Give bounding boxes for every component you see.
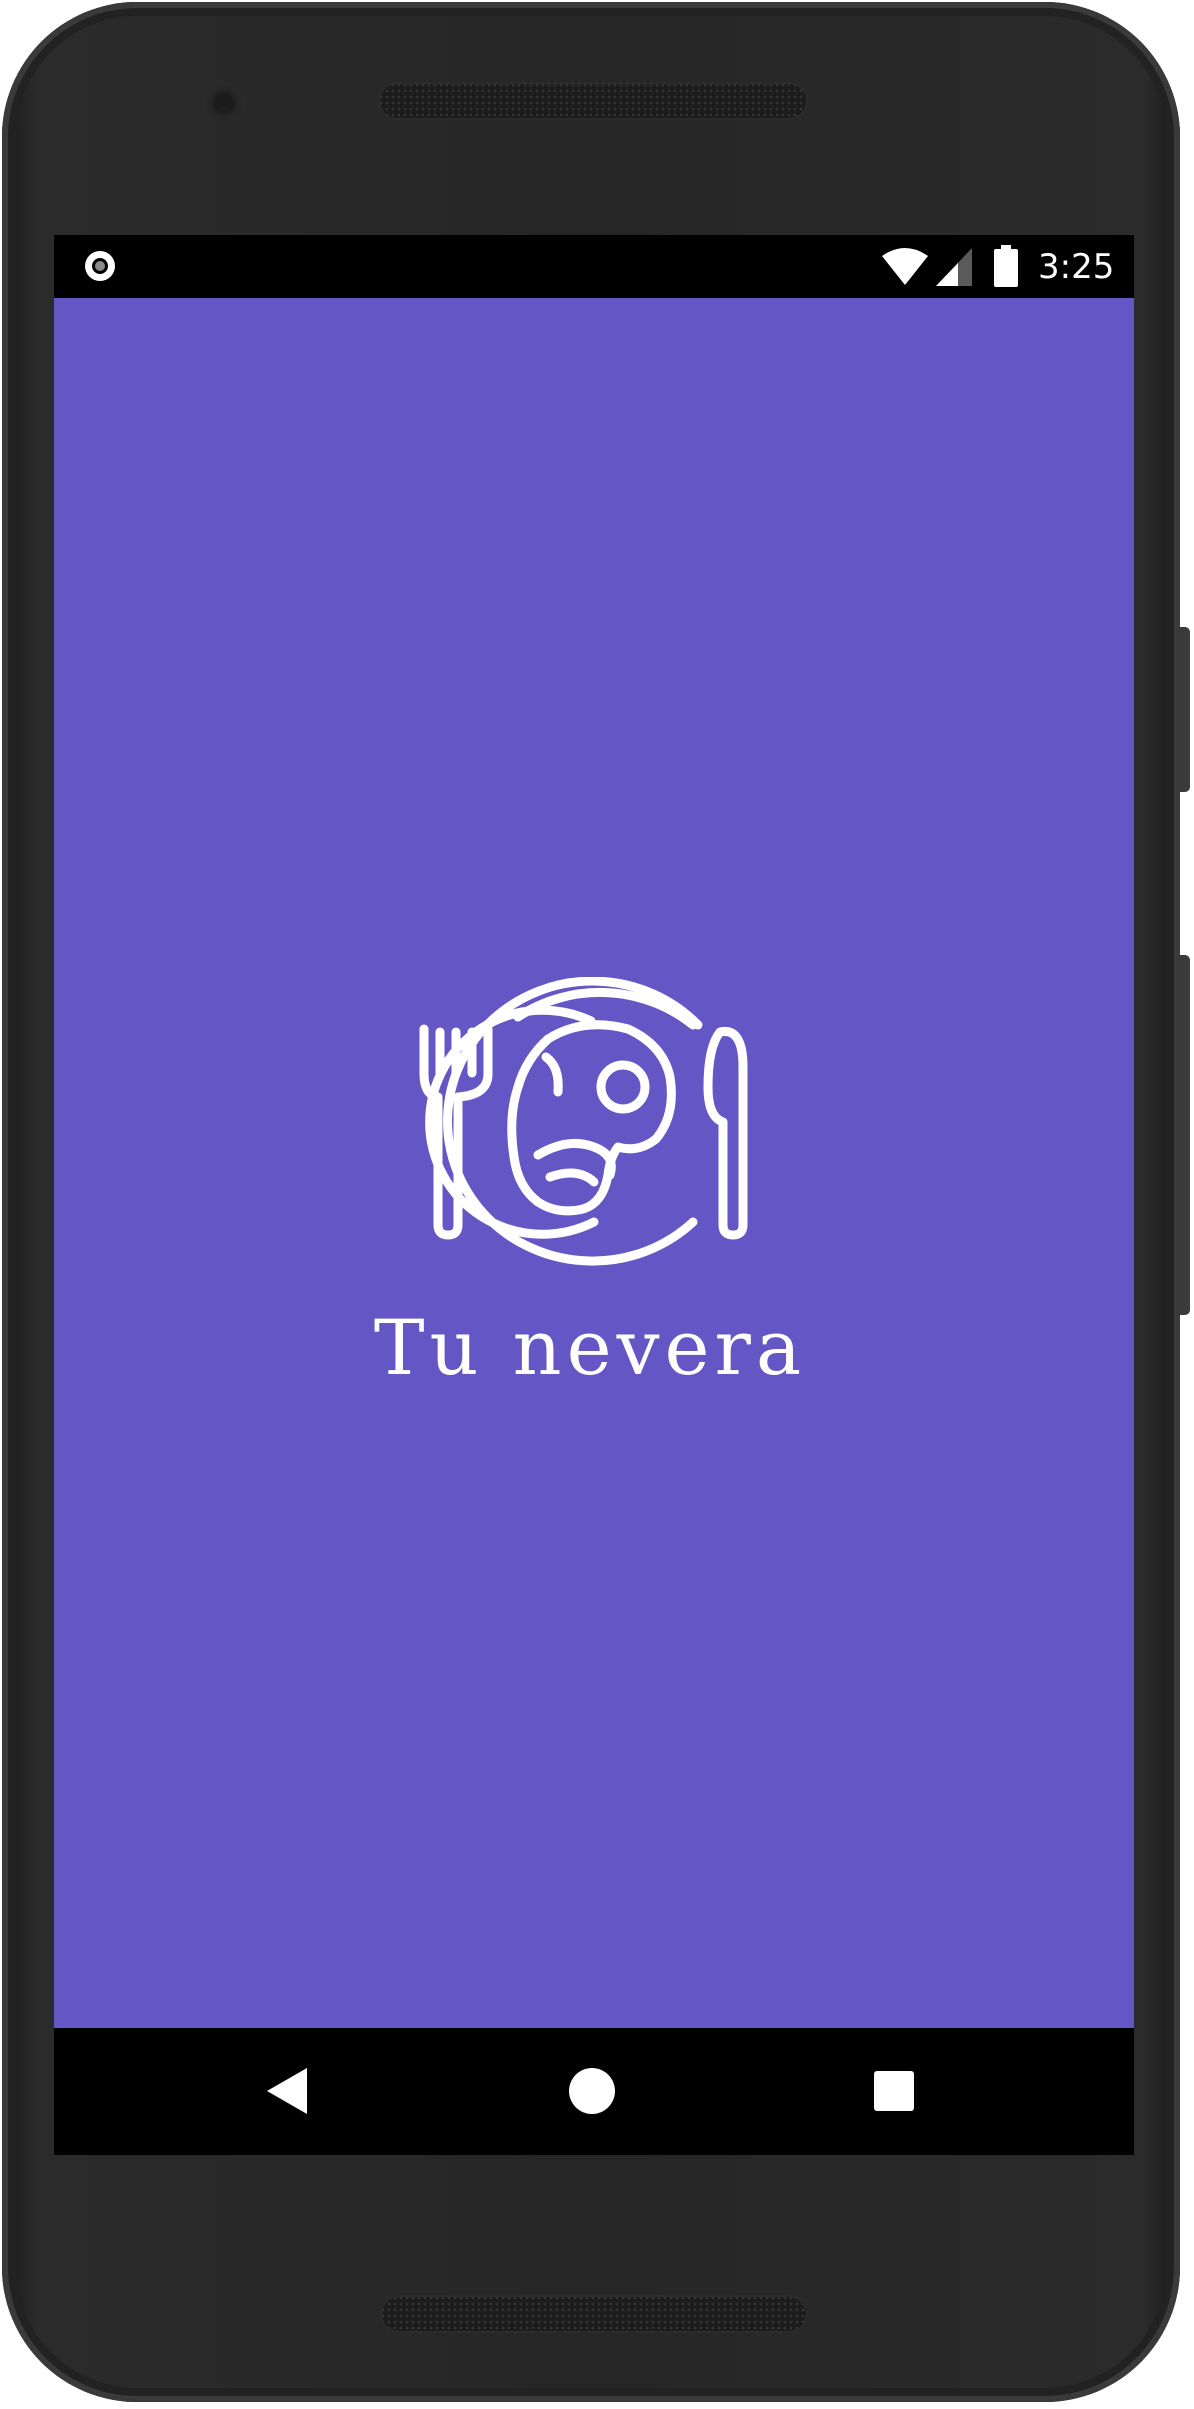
status-bar: 3:25 bbox=[54, 235, 1134, 298]
front-camera bbox=[203, 82, 245, 124]
volume-rocker bbox=[1180, 955, 1190, 1315]
cell-signal-icon bbox=[936, 248, 972, 286]
app-name: Tu nevera bbox=[373, 1303, 807, 1392]
bottom-speaker-grille bbox=[380, 2295, 808, 2333]
status-time: 3:25 bbox=[1038, 247, 1115, 287]
top-speaker-grille bbox=[378, 82, 808, 120]
power-button bbox=[1180, 627, 1190, 792]
screen: 3:25 Tu nevera bbox=[54, 235, 1134, 2155]
back-icon[interactable] bbox=[267, 2068, 307, 2114]
battery-icon bbox=[994, 245, 1018, 287]
navigation-bar bbox=[54, 2028, 1134, 2155]
splash-screen: Tu nevera bbox=[54, 298, 1134, 2028]
home-icon[interactable] bbox=[569, 2068, 615, 2114]
device-frame: 3:25 Tu nevera bbox=[2, 2, 1190, 2402]
wifi-icon bbox=[882, 248, 928, 285]
recents-icon[interactable] bbox=[874, 2071, 914, 2111]
record-indicator-icon bbox=[85, 251, 115, 281]
plate-with-steak-fork-knife-icon bbox=[419, 977, 748, 1266]
